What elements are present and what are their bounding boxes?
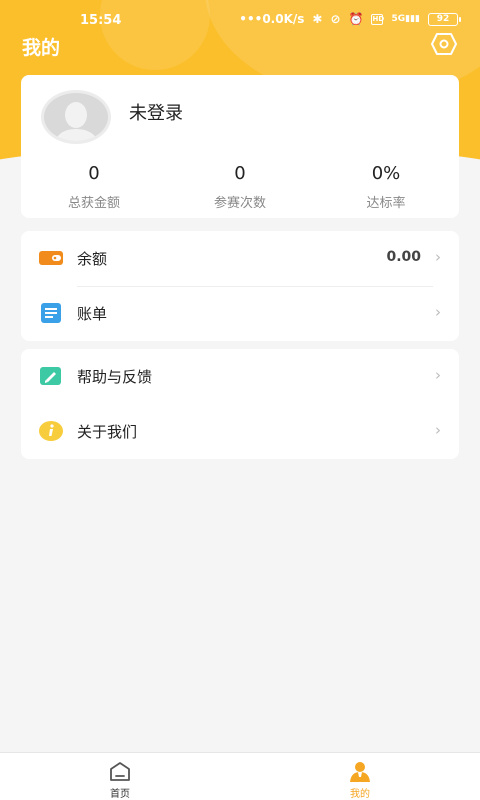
- info-icon: [39, 421, 63, 441]
- tab-mine[interactable]: 我的: [240, 753, 480, 800]
- chevron-right-icon: ›: [435, 248, 441, 266]
- home-icon: [110, 762, 130, 781]
- stat-total-earnings: 0 总获金额: [67, 163, 120, 211]
- chevron-right-icon: ›: [435, 366, 441, 384]
- status-icons: •••0.0K/s ✱ ⊘ ⏰ HD 5G▮▮▮ 92: [239, 12, 461, 26]
- menu-item-label: 关于我们: [77, 423, 138, 441]
- menu-group-finance: 余额 0.00 › 账单 ›: [21, 231, 459, 341]
- balance-value: 0.00: [386, 249, 421, 265]
- hd-icon: HD: [371, 13, 385, 25]
- stat-pass-rate: 0% 达标率: [366, 163, 406, 211]
- wallet-icon: [39, 251, 63, 265]
- user-icon: [350, 762, 370, 782]
- menu-item-label: 账单: [77, 305, 108, 323]
- tab-home[interactable]: 首页: [0, 753, 240, 800]
- chevron-right-icon: ›: [435, 421, 441, 439]
- network-speed: •••0.0K/s: [239, 12, 305, 26]
- stat-participation-count: 0 参赛次数: [213, 163, 266, 211]
- settings-button[interactable]: [430, 31, 458, 57]
- status-time: 15:54: [80, 13, 122, 28]
- mute-icon: ⊘: [330, 12, 341, 26]
- menu-item-bill[interactable]: 账单 ›: [21, 286, 459, 341]
- menu-item-label: 帮助与反馈: [77, 368, 153, 386]
- status-bar: 15:54 •••0.0K/s ✱ ⊘ ⏰ HD 5G▮▮▮ 92: [0, 0, 480, 40]
- settings-icon: [431, 33, 457, 55]
- menu-item-label: 余额: [77, 250, 108, 268]
- menu-item-help-feedback[interactable]: 帮助与反馈 ›: [21, 349, 459, 404]
- avatar[interactable]: [41, 90, 111, 144]
- tab-label: 首页: [110, 789, 130, 800]
- bill-icon: [41, 303, 61, 323]
- tab-bar: 首页 我的: [0, 752, 480, 800]
- page-title: 我的: [22, 37, 61, 59]
- login-status[interactable]: 未登录: [129, 99, 183, 125]
- profile-card: 未登录 0 总获金额 0 参赛次数 0% 达标率: [21, 75, 459, 218]
- edit-icon: [40, 367, 61, 385]
- alarm-icon: ⏰: [348, 12, 364, 26]
- battery-icon: 92: [428, 12, 461, 26]
- chevron-right-icon: ›: [435, 303, 441, 321]
- tab-label: 我的: [350, 789, 370, 800]
- menu-item-about-us[interactable]: 关于我们 ›: [21, 404, 459, 459]
- default-avatar-icon: [55, 102, 98, 141]
- stats-row: 0 总获金额 0 参赛次数 0% 达标率: [21, 163, 459, 211]
- bluetooth-icon: ✱: [312, 12, 323, 26]
- menu-group-support: 帮助与反馈 › 关于我们 ›: [21, 349, 459, 459]
- signal-icon: 5G▮▮▮: [391, 14, 420, 24]
- menu-item-balance[interactable]: 余额 0.00 ›: [21, 231, 459, 287]
